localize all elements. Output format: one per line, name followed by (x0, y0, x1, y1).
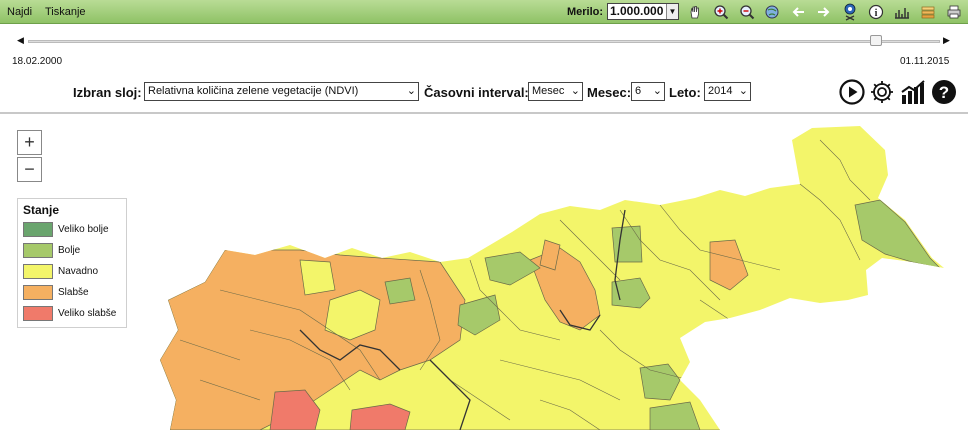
pan-icon[interactable] (686, 3, 704, 21)
help-icon[interactable]: ? (930, 78, 958, 106)
zoom-in-icon[interactable] (712, 3, 730, 21)
back-icon[interactable] (789, 3, 807, 21)
menu-print[interactable]: Tiskanje (45, 6, 86, 18)
layer-label: Izbran sloj: (73, 85, 142, 100)
month-select[interactable]: 6 ⌄ (631, 82, 665, 101)
svg-text:?: ? (939, 83, 949, 102)
legend-label: Bolje (58, 245, 81, 256)
legend-swatch (23, 222, 53, 237)
legend-label: Veliko bolje (58, 224, 109, 235)
map-canvas[interactable]: + − (0, 114, 968, 430)
map-legend: Stanje Veliko bolje Bolje Navadno Slabše… (17, 198, 127, 328)
identify-icon[interactable] (841, 3, 859, 21)
svg-text:i: i (875, 8, 878, 19)
slider-next-button[interactable]: ▶ (943, 35, 950, 46)
layer-select-value: Relativna količina zelene vegetacije (ND… (148, 85, 359, 97)
year-label: Leto: (669, 85, 701, 100)
chevron-down-icon: ⌄ (738, 85, 748, 97)
info-icon[interactable]: i (867, 3, 885, 21)
layer-select[interactable]: Relativna količina zelene vegetacije (ND… (144, 82, 419, 101)
chevron-down-icon: ▼ (666, 4, 678, 19)
legend-item: Navadno (23, 261, 121, 282)
legend-swatch (23, 306, 53, 321)
forward-icon[interactable] (815, 3, 833, 21)
settings-icon[interactable] (868, 78, 896, 106)
chevron-down-icon: ⌄ (406, 85, 416, 97)
legend-swatch (23, 243, 53, 258)
layers-icon[interactable] (919, 3, 937, 21)
legend-item: Slabše (23, 282, 121, 303)
time-slider-thumb[interactable] (870, 35, 883, 46)
legend-label: Slabše (58, 287, 89, 298)
legend-swatch (23, 285, 53, 300)
timeline-end-date: 01.11.2015 (900, 56, 950, 67)
chevron-down-icon: ⌄ (570, 85, 580, 97)
menu-find[interactable]: Najdi (7, 6, 32, 18)
time-slider-track[interactable] (28, 40, 940, 43)
zoom-in-button[interactable]: + (17, 130, 42, 155)
legend-item: Bolje (23, 240, 121, 261)
scale-select[interactable]: 1.000.000 ▼ (607, 3, 679, 20)
interval-select[interactable]: Mesec ⌄ (528, 82, 583, 101)
legend-label: Navadno (58, 266, 99, 277)
measure-icon[interactable] (893, 3, 911, 21)
timeline-start-date: 18.02.2000 (12, 56, 63, 67)
play-icon[interactable] (838, 78, 866, 106)
scale-label: Merilo: (567, 6, 604, 18)
zoom-out-icon[interactable] (738, 3, 756, 21)
legend-item: Veliko slabše (23, 303, 121, 324)
legend-title: Stanje (23, 203, 60, 217)
print-icon[interactable] (945, 3, 963, 21)
interval-label: Časovni interval: (424, 85, 529, 100)
chart-icon[interactable] (899, 78, 927, 106)
top-toolbar: Najdi Tiskanje Merilo: 1.000.000 ▼ i (0, 0, 968, 24)
map-regions (160, 126, 944, 430)
year-select-value: 2014 (708, 85, 733, 97)
legend-swatch (23, 264, 53, 279)
scale-value: 1.000.000 (610, 4, 664, 18)
full-extent-icon[interactable] (763, 3, 781, 21)
legend-label: Veliko slabše (58, 308, 117, 319)
year-select[interactable]: 2014 ⌄ (704, 82, 751, 101)
chevron-down-icon: ⌄ (652, 85, 662, 97)
month-select-value: 6 (635, 85, 642, 97)
legend-item: Veliko bolje (23, 219, 121, 240)
month-label: Mesec: (587, 85, 632, 100)
zoom-out-button[interactable]: − (17, 157, 42, 182)
slider-prev-button[interactable]: ◀ (17, 35, 24, 46)
interval-select-value: Mesec (532, 85, 565, 97)
